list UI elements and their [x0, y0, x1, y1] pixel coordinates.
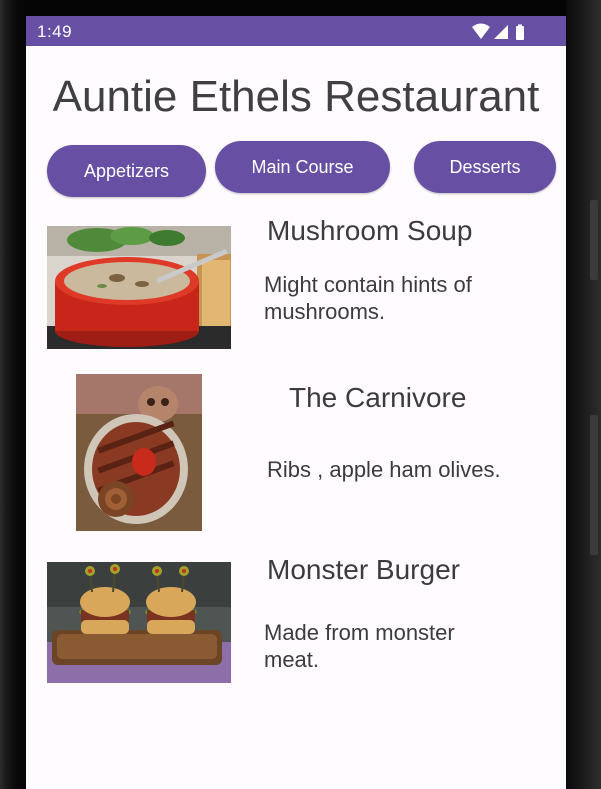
carnivore-platter-image: [76, 374, 202, 531]
dish-description: Made from monster meat.: [264, 620, 455, 672]
status-time: 1:49: [37, 22, 73, 41]
dish-name: The Carnivore: [289, 382, 467, 413]
power-button: [590, 415, 598, 555]
cellular-signal-icon: [494, 25, 508, 39]
restaurant-title: Auntie Ethels Restaurant: [52, 72, 540, 121]
phone-screen: 1:49 Auntie Ethels Restaurant Appetizers…: [26, 16, 566, 789]
dish-description: Ribs , apple ham olives.: [267, 457, 501, 482]
wifi-icon: [472, 23, 490, 39]
dish-description: Might contain hints of mushrooms.: [264, 272, 472, 324]
status-bar: 1:49: [26, 16, 566, 46]
status-icons: [472, 23, 524, 40]
dish-name: Mushroom Soup: [267, 215, 473, 246]
desserts-button[interactable]: Desserts: [414, 141, 556, 193]
monster-burger-image: [47, 562, 231, 683]
mushroom-soup-image: [47, 226, 231, 349]
battery-icon: [516, 24, 524, 40]
volume-button: [590, 200, 598, 280]
appetizers-button[interactable]: Appetizers: [47, 145, 206, 197]
main-course-button[interactable]: Main Course: [215, 141, 390, 193]
dish-name: Monster Burger: [267, 554, 460, 585]
device-frame-right: [566, 0, 601, 789]
